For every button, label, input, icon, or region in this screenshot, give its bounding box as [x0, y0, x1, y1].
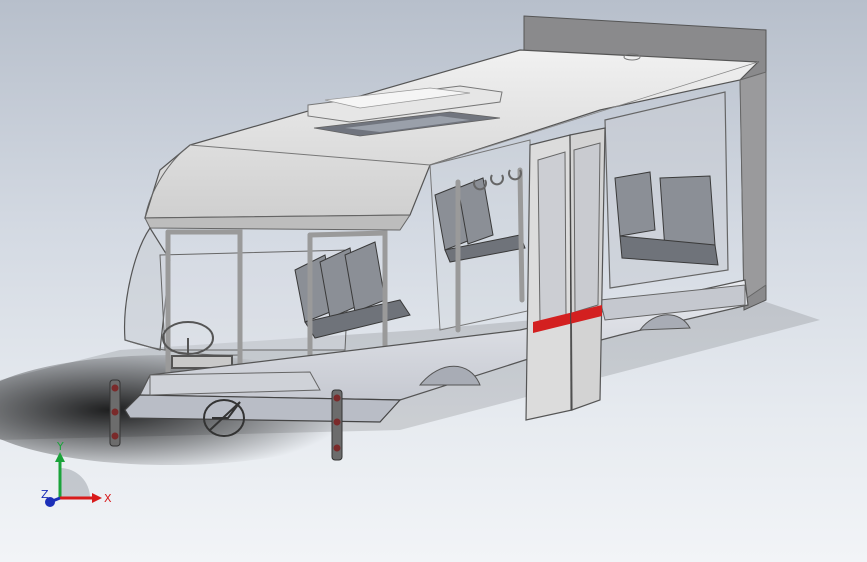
- z-axis-label: Z: [41, 488, 49, 501]
- x-axis-arrow: [92, 493, 102, 503]
- x-axis-label: X: [104, 492, 112, 505]
- y-axis-arrow: [55, 452, 65, 462]
- axis-triad: Y X Z: [41, 440, 112, 507]
- triad-plane-indicator: [60, 468, 90, 498]
- bus-model[interactable]: [0, 0, 867, 562]
- entry-door: [525, 127, 606, 421]
- graphics-viewport[interactable]: Y X Z: [0, 0, 867, 562]
- y-axis-label: Y: [56, 440, 64, 453]
